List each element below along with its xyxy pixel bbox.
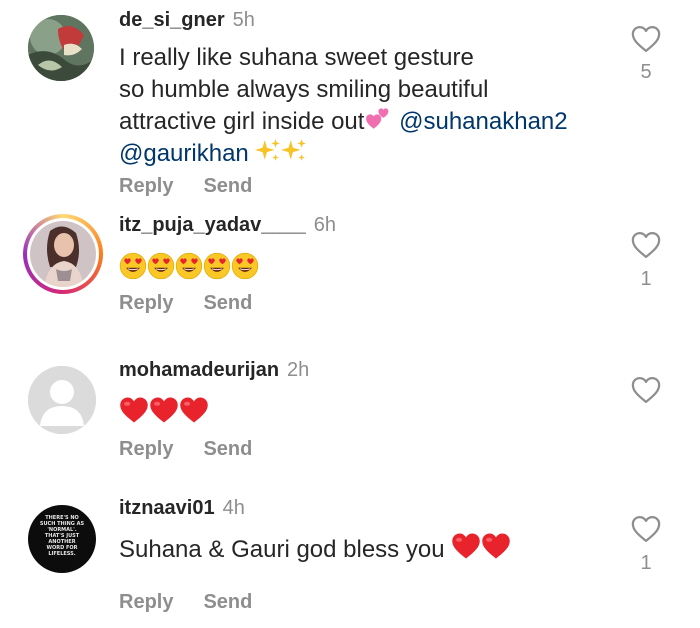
comment-time: 2h	[287, 359, 310, 381]
comment-text-line: I really like suhana sweet gesture	[119, 44, 474, 71]
like-count: 1	[640, 552, 652, 574]
comment-text: I really like suhana sweet gesture so hu…	[119, 42, 619, 170]
username-link[interactable]: mohamadeurijan	[119, 359, 279, 381]
avatar[interactable]	[23, 214, 103, 294]
avatar-photo	[28, 15, 94, 81]
two-hearts-emoji	[364, 106, 392, 132]
comment-username[interactable]: itz_puja_yadav____ 6h	[119, 214, 336, 237]
comment-text	[119, 396, 619, 430]
send-button[interactable]: Send	[203, 438, 252, 460]
comment-actions: Reply Send	[119, 591, 252, 614]
reply-button[interactable]: Reply	[119, 292, 173, 314]
red-heart-emoji	[149, 396, 179, 424]
reply-button[interactable]: Reply	[119, 175, 173, 197]
avatar[interactable]: THERE'S NO SUCH THING AS 'NORMAL'. THAT'…	[28, 505, 96, 573]
red-heart-emoji	[481, 532, 511, 560]
comment-username[interactable]: mohamadeurijan 2h	[119, 359, 309, 382]
reply-button[interactable]: Reply	[119, 438, 173, 460]
comment-text-fragment: attractive girl inside out	[119, 108, 365, 135]
avatar[interactable]	[28, 15, 94, 81]
heart-eyes-emoji	[175, 252, 203, 280]
comment-username[interactable]: itznaavi01 4h	[119, 497, 245, 520]
comment-text-fragment: Suhana & Gauri god bless you	[119, 536, 445, 563]
quote-line: LIFELESS.	[48, 551, 76, 557]
send-button[interactable]: Send	[203, 292, 252, 314]
sparkles-emoji	[281, 138, 307, 164]
heart-eyes-emoji	[203, 252, 231, 280]
heart-eyes-emoji	[147, 252, 175, 280]
sparkles-emoji	[255, 138, 281, 164]
username-link[interactable]: de_si_gner	[119, 9, 225, 31]
red-heart-emoji	[451, 532, 481, 560]
red-heart-emoji	[179, 396, 209, 424]
comment-time: 5h	[232, 9, 255, 31]
avatar-quote-text: THERE'S NO SUCH THING AS 'NORMAL'. THAT'…	[36, 515, 88, 557]
mention-link[interactable]: @suhanakhan2	[399, 108, 568, 135]
comment-text: Suhana & Gauri god bless you	[119, 532, 619, 566]
comment-actions: Reply Send	[119, 175, 252, 198]
comment-text-line: attractive girl inside out @suhanakhan2	[119, 106, 619, 138]
heart-outline-icon[interactable]	[631, 515, 661, 543]
like-count: 5	[640, 61, 652, 83]
comment-actions: Reply Send	[119, 292, 252, 315]
comment-time: 4h	[222, 497, 245, 519]
username-link[interactable]: itz_puja_yadav____	[119, 214, 306, 236]
username-link[interactable]: itznaavi01	[119, 497, 215, 519]
comment-text-line: @gaurikhan	[119, 138, 619, 170]
reply-button[interactable]: Reply	[119, 591, 173, 613]
mention-link[interactable]: @gaurikhan	[119, 140, 249, 167]
heart-eyes-emoji	[119, 252, 147, 280]
heart-outline-icon[interactable]	[631, 231, 661, 259]
comment-time: 6h	[313, 214, 337, 236]
avatar[interactable]	[28, 366, 96, 434]
comment-username[interactable]: de_si_gner 5h	[119, 9, 255, 32]
red-heart-emoji	[119, 396, 149, 424]
heart-outline-icon[interactable]	[631, 25, 661, 53]
comment-text-line: so humble always smiling beautiful	[119, 76, 489, 103]
send-button[interactable]: Send	[203, 591, 252, 613]
send-button[interactable]: Send	[203, 175, 252, 197]
heart-outline-icon[interactable]	[631, 376, 661, 404]
like-count: 1	[640, 268, 652, 290]
avatar-photo	[30, 221, 96, 287]
comment-actions: Reply Send	[119, 438, 252, 461]
comment-text	[119, 252, 619, 286]
default-avatar-icon	[28, 366, 96, 434]
heart-eyes-emoji	[231, 252, 259, 280]
